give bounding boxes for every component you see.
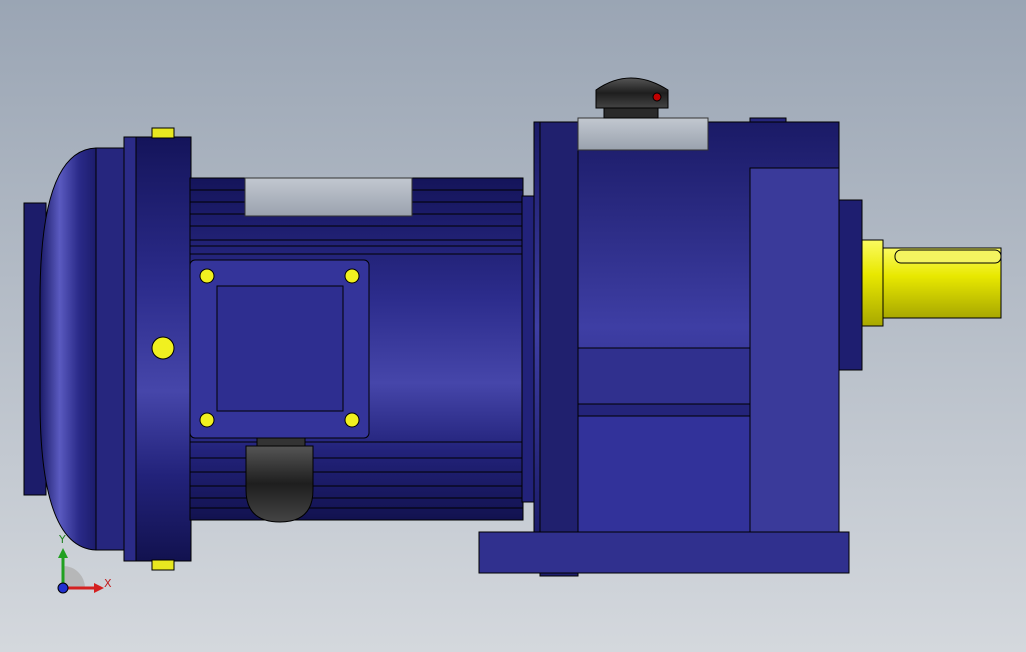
terminal-screw-icon (344, 268, 360, 284)
terminal-screw-icon (199, 268, 215, 284)
terminal-box[interactable] (189, 259, 370, 439)
mounting-base[interactable] (478, 531, 850, 574)
breather-vent-knob[interactable] (595, 77, 669, 119)
top-bolt-icon (151, 127, 175, 139)
z-axis-dot-icon (57, 582, 69, 594)
side-bolt-icon (151, 336, 175, 360)
indicator-dot-icon (652, 92, 662, 102)
shaft-keyway (894, 249, 1002, 264)
gearbox-nameplate[interactable] (577, 117, 709, 151)
cable-gland[interactable] (245, 437, 314, 523)
y-axis-label: Y (58, 533, 66, 546)
gearbox-housing[interactable] (533, 117, 840, 577)
terminal-screw-icon (199, 412, 215, 428)
bottom-bolt-icon (151, 559, 175, 571)
model-canvas[interactable]: X Y (0, 0, 1026, 652)
terminal-screw-icon (344, 412, 360, 428)
graphics-viewport[interactable]: X Y (0, 0, 1026, 652)
x-axis-label: X (104, 577, 112, 590)
motor-nameplate[interactable] (244, 177, 413, 217)
